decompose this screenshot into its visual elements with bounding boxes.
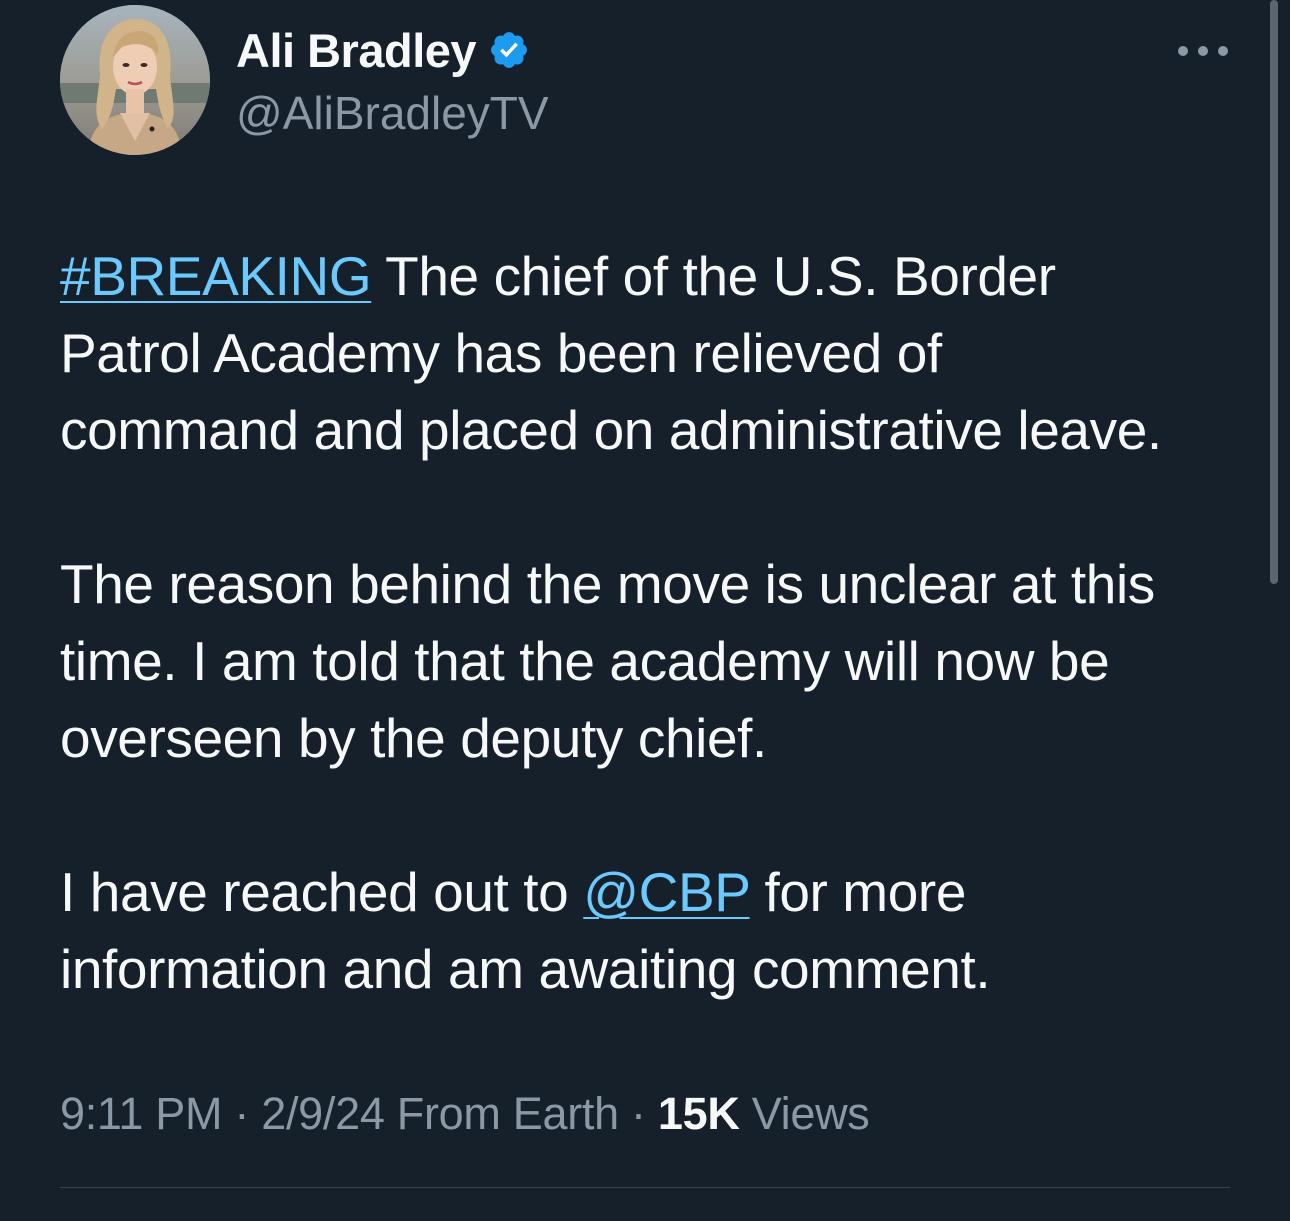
tweet-paragraph-1: #BREAKING The chief of the U.S. Border P…: [60, 238, 1260, 469]
views-label: Views: [739, 1088, 870, 1139]
tweet-text: #BREAKING The chief of the U.S. Border P…: [60, 238, 1260, 1008]
views-count[interactable]: 15K: [658, 1088, 740, 1139]
separator-dot: ·: [222, 1088, 262, 1139]
scrollbar[interactable]: [1270, 0, 1278, 584]
tweet-time[interactable]: 9:11 PM: [60, 1088, 222, 1139]
hashtag-link[interactable]: #BREAKING: [60, 245, 372, 307]
name-row: Ali Bradley: [236, 22, 549, 78]
more-dot: [1218, 46, 1228, 56]
text-fragment: for more: [749, 861, 967, 923]
text-line: information and am awaiting comment.: [60, 938, 991, 1000]
text-line: overseen by the deputy chief.: [60, 707, 767, 769]
display-name[interactable]: Ali Bradley: [236, 23, 477, 78]
tweet-paragraph-2: The reason behind the move is unclear at…: [60, 546, 1260, 777]
text-line: I have reached out to @CBP for more: [60, 854, 1260, 931]
text-fragment: I have reached out to: [60, 861, 584, 923]
text-line: command and placed on administrative lea…: [60, 399, 1162, 461]
handle[interactable]: @AliBradleyTV: [236, 86, 549, 140]
tweet-date[interactable]: 2/9/24: [261, 1088, 385, 1139]
mention-link[interactable]: @CBP: [583, 861, 750, 923]
text-line: time. I am told that the academy will no…: [60, 630, 1110, 692]
text-fragment: The chief of the U.S. Border: [371, 245, 1056, 307]
verified-badge-icon[interactable]: [488, 29, 530, 71]
tweet-detail: Ali Bradley @AliBradleyTV #BREAKING The …: [0, 0, 1290, 1221]
avatar[interactable]: [60, 5, 210, 155]
more-dot: [1198, 46, 1208, 56]
avatar-image: [60, 5, 210, 155]
more-options-icon[interactable]: [1178, 36, 1228, 66]
tweet-meta: 9:11 PM · 2/9/24 From Earth · 15K Views: [60, 1088, 870, 1140]
author-info: Ali Bradley @AliBradleyTV: [236, 22, 549, 140]
tweet-source: From Earth: [384, 1088, 619, 1139]
more-dot: [1178, 46, 1188, 56]
text-line: The reason behind the move is unclear at…: [60, 553, 1155, 615]
separator-dot: ·: [618, 1088, 658, 1139]
tweet-paragraph-3: I have reached out to @CBP for more info…: [60, 854, 1260, 1008]
text-line: Patrol Academy has been relieved of: [60, 322, 942, 384]
divider: [60, 1187, 1230, 1188]
text-line: #BREAKING The chief of the U.S. Border: [60, 238, 1260, 315]
